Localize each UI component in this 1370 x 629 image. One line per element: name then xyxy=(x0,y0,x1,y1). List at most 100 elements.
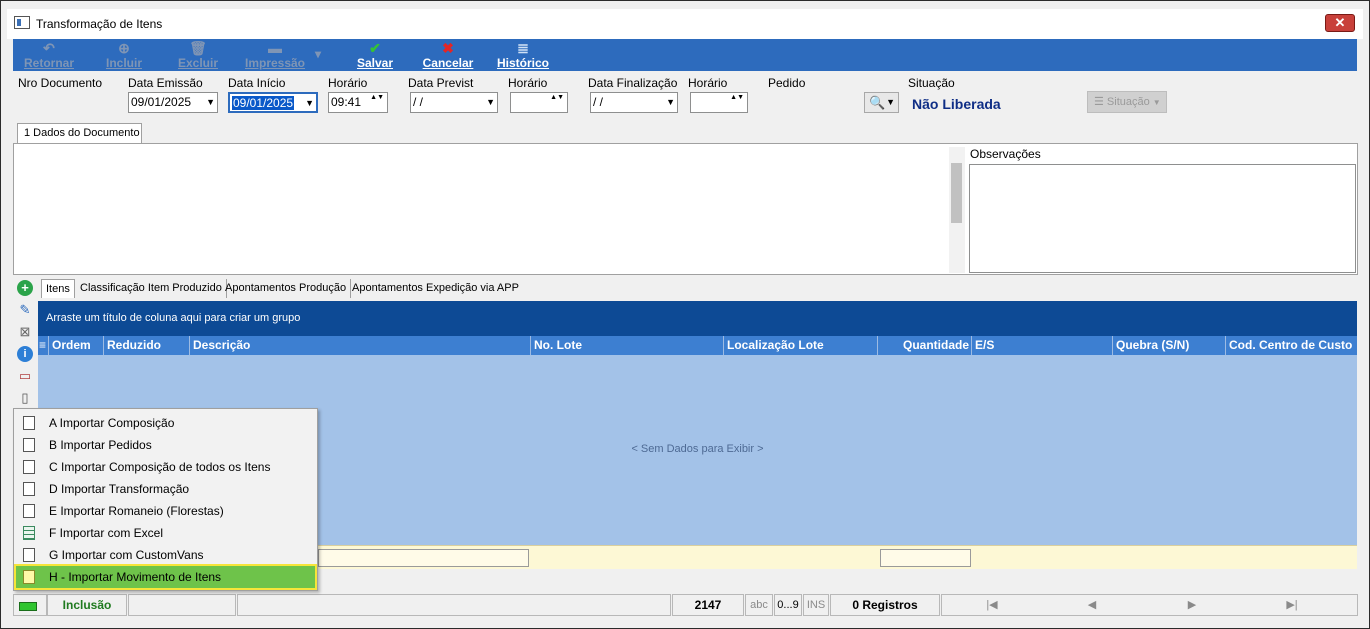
document-icon xyxy=(23,548,35,562)
data-emissao-label: Data Emissão xyxy=(128,76,203,90)
menu-item-importar-customvans[interactable]: G Importar com CustomVans xyxy=(16,544,315,566)
horario-previst-label: Horário xyxy=(508,76,548,90)
status-bar: Inclusão 2147 abc 0...9 INS 0 Registros … xyxy=(13,594,1358,618)
data-finalizacao-field[interactable]: / / ▼ xyxy=(590,92,678,113)
incluir-button[interactable]: ⊕ Incluir xyxy=(97,39,151,71)
retornar-button[interactable]: ↶ Retornar xyxy=(21,39,77,71)
situacao-button[interactable]: ☰ Situação ▼ xyxy=(1087,91,1167,113)
x-icon: ✖ xyxy=(442,40,454,56)
chevron-down-icon[interactable]: ▼ xyxy=(666,93,675,112)
tab-itens[interactable]: Itens xyxy=(41,279,75,298)
scroll-thumb[interactable] xyxy=(951,163,962,223)
footer-summary-quantidade xyxy=(880,549,971,567)
toolbar: ↶ Retornar ⊕ Incluir 🗑 Excluir ▬ Impress… xyxy=(13,39,1357,71)
add-item-icon[interactable]: + xyxy=(17,280,33,296)
printer-icon: ▬ xyxy=(268,40,282,56)
trash-icon: 🗑 xyxy=(189,40,207,56)
spin-icon[interactable]: ▲▼ xyxy=(550,94,564,102)
observacoes-textarea[interactable] xyxy=(969,164,1356,273)
prev-record-button[interactable]: ◀ xyxy=(1042,595,1142,615)
chevron-down-icon[interactable]: ▼ xyxy=(305,94,314,111)
menu-item-importar-pedidos[interactable]: B Importar Pedidos xyxy=(16,434,315,456)
history-icon: ≣ xyxy=(517,40,529,56)
column-chooser-icon[interactable]: ≡ xyxy=(38,336,49,355)
chevron-down-icon: ▼ xyxy=(886,97,895,107)
horario-field[interactable]: 09:41 ▲▼ xyxy=(328,92,388,113)
nro-documento-label: Nro Documento xyxy=(18,76,103,90)
next-record-button[interactable]: ▶ xyxy=(1142,595,1242,615)
status-cell-empty-1 xyxy=(128,594,236,616)
menu-item-importar-excel[interactable]: F Importar com Excel xyxy=(16,522,315,544)
delete-item-icon[interactable]: ⊠ xyxy=(17,324,33,340)
tab-dados-documento[interactable]: 1 Dados do Documento xyxy=(17,123,142,143)
col-localizacao-lote[interactable]: Localização Lote xyxy=(724,336,878,355)
last-record-button[interactable]: ▶| xyxy=(1242,595,1342,615)
window-title: Transformação de Itens xyxy=(36,17,163,31)
close-button[interactable]: ✕ xyxy=(1325,14,1355,32)
document-icon xyxy=(23,504,35,518)
digits-indicator: 0...9 xyxy=(774,594,802,616)
undo-icon: ↶ xyxy=(43,40,55,56)
col-descricao[interactable]: Descrição xyxy=(190,336,531,355)
book-icon[interactable]: ▭ xyxy=(17,368,33,384)
menu-item-importar-composicao[interactable]: A Importar Composição xyxy=(16,412,315,434)
col-quantidade[interactable]: Quantidade xyxy=(878,336,972,355)
tab-classificacao[interactable]: Classificação Item Produzido xyxy=(76,279,227,298)
add-icon: ⊕ xyxy=(118,40,130,56)
search-icon: 🔍 xyxy=(869,95,886,110)
menu-item-importar-transformacao[interactable]: D Importar Transformação xyxy=(16,478,315,500)
title-bar: Transformação de Itens ✕ xyxy=(7,9,1363,39)
horario-previst-field[interactable]: ▲▼ xyxy=(510,92,568,113)
tab-apontamentos-expedicao[interactable]: Apontamentos Expedição via APP xyxy=(348,279,523,298)
excluir-button[interactable]: 🗑 Excluir xyxy=(173,39,223,71)
edit-item-icon[interactable]: ✎ xyxy=(17,302,33,318)
document-icon xyxy=(23,460,35,474)
spin-icon[interactable]: ▲▼ xyxy=(370,94,384,102)
horario-label: Horário xyxy=(328,76,368,90)
horario-finalizacao-label: Horário xyxy=(688,76,728,90)
salvar-button[interactable]: ✔ Salvar xyxy=(349,39,401,71)
footer-summary-descricao xyxy=(318,549,529,567)
data-emissao-field[interactable]: 09/01/2025 ▼ xyxy=(128,92,218,113)
chevron-down-icon[interactable]: ▼ xyxy=(486,93,495,112)
info-icon[interactable]: i xyxy=(17,346,33,362)
col-quebra[interactable]: Quebra (S/N) xyxy=(1113,336,1226,355)
col-no-lote[interactable]: No. Lote xyxy=(531,336,724,355)
spin-icon[interactable]: ▲▼ xyxy=(730,94,744,102)
menu-item-importar-romaneio[interactable]: E Importar Romaneio (Florestas) xyxy=(16,500,315,522)
situacao-label: Situação xyxy=(908,76,955,90)
data-inicio-label: Data Início xyxy=(228,76,286,90)
first-record-button[interactable]: |◀ xyxy=(942,595,1042,615)
group-by-bar[interactable]: Arraste um título de coluna aqui para cr… xyxy=(38,301,1357,336)
data-previst-label: Data Previst xyxy=(408,76,474,90)
menu-item-importar-movimento[interactable]: H - Importar Movimento de Itens xyxy=(14,564,317,590)
col-es[interactable]: E/S xyxy=(972,336,1113,355)
cancelar-button[interactable]: ✖ Cancelar xyxy=(417,39,479,71)
col-reduzido[interactable]: Reduzido xyxy=(104,336,190,355)
pedido-label: Pedido xyxy=(768,76,806,90)
status-led-cell xyxy=(13,594,47,616)
horario-finalizacao-field[interactable]: ▲▼ xyxy=(690,92,748,113)
chevron-down-icon[interactable]: ▼ xyxy=(206,93,215,112)
main-window: Transformação de Itens ✕ ↶ Retornar ⊕ In… xyxy=(0,0,1370,629)
doc-scrollbar[interactable] xyxy=(949,147,965,273)
abc-indicator: abc xyxy=(745,594,773,616)
impressao-dropdown[interactable]: ▾ xyxy=(311,47,325,61)
menu-item-importar-composicao-todos[interactable]: C Importar Composição de todos os Itens xyxy=(16,456,315,478)
chevron-down-icon: ▼ xyxy=(1152,98,1161,107)
document-icon xyxy=(23,438,35,452)
impressao-button[interactable]: ▬ Impressão xyxy=(239,39,311,71)
check-icon: ✔ xyxy=(369,40,381,56)
col-ordem[interactable]: Ordem xyxy=(49,336,104,355)
col-centro-custo[interactable]: Cod. Centro de Custo xyxy=(1226,336,1357,355)
spreadsheet-icon xyxy=(23,526,35,540)
pedido-search-button[interactable]: 🔍 ▼ xyxy=(864,92,899,113)
app-icon xyxy=(14,16,30,29)
data-inicio-field[interactable]: 09/01/2025 ▼ xyxy=(228,92,318,113)
import-document-icon[interactable]: ▯ xyxy=(17,390,33,406)
tab-apontamentos-producao[interactable]: Apontamentos Produção xyxy=(221,279,352,298)
data-previst-field[interactable]: / / ▼ xyxy=(410,92,498,113)
record-code: 2147 xyxy=(672,594,744,616)
historico-button[interactable]: ≣ Histórico xyxy=(493,39,553,71)
record-count: 0 Registros xyxy=(830,594,940,616)
